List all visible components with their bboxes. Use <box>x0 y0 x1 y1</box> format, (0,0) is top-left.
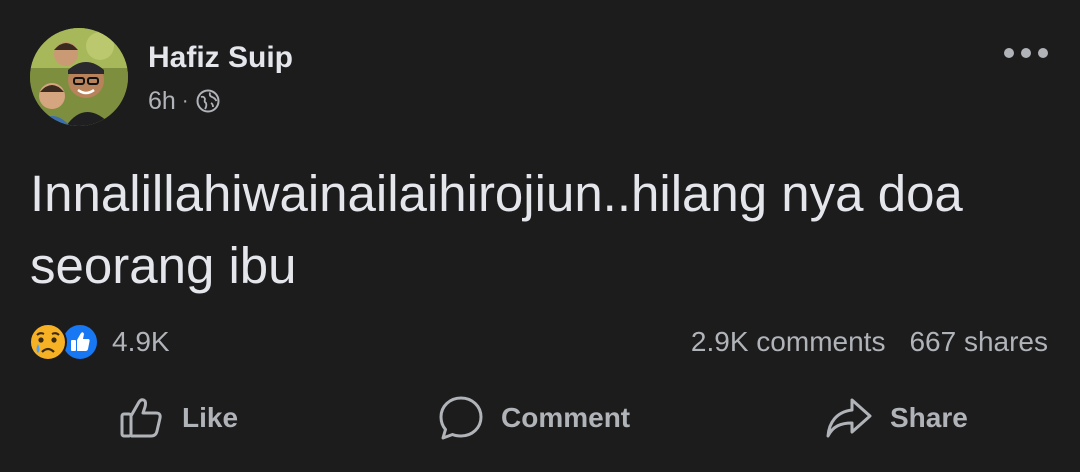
comment-bubble-icon <box>437 394 485 442</box>
share-button[interactable]: Share <box>824 386 968 450</box>
author-avatar[interactable] <box>30 28 128 126</box>
share-label: Share <box>890 402 968 433</box>
author-name[interactable]: Hafiz Suip <box>148 38 293 78</box>
more-options-button[interactable] <box>1004 42 1048 64</box>
post-text: Innalillahiwainailaihirojiun..hilang nya… <box>30 165 963 294</box>
more-dot-icon <box>1038 48 1048 58</box>
post-actions: Like Comment Share <box>0 386 1080 450</box>
thumbs-up-icon <box>118 394 166 442</box>
reactions-summary[interactable]: 4.9K <box>28 320 170 364</box>
comment-button[interactable]: Comment <box>437 386 630 450</box>
comments-count-link[interactable]: 2.9K comments <box>691 326 886 358</box>
avatar-photo <box>30 28 128 126</box>
comment-label: Comment <box>501 402 631 433</box>
post-time[interactable]: 6h <box>148 87 176 116</box>
sad-reaction-icon <box>28 322 68 362</box>
like-label: Like <box>182 402 239 433</box>
post-card: Hafiz Suip 6h · Innalillahiwainailaihiro… <box>0 0 1080 472</box>
share-arrow-icon <box>824 394 874 442</box>
more-dot-icon <box>1004 48 1014 58</box>
globe-icon <box>196 89 220 113</box>
shares-count-link[interactable]: 667 shares <box>909 326 1048 358</box>
meta-separator: · <box>181 90 189 112</box>
post-meta: 6h · <box>148 84 220 118</box>
reaction-count: 4.9K <box>112 326 170 357</box>
engagement-stats: 2.9K comments 667 shares <box>691 320 1048 364</box>
like-button[interactable]: Like <box>118 386 238 450</box>
more-dot-icon <box>1021 48 1031 58</box>
